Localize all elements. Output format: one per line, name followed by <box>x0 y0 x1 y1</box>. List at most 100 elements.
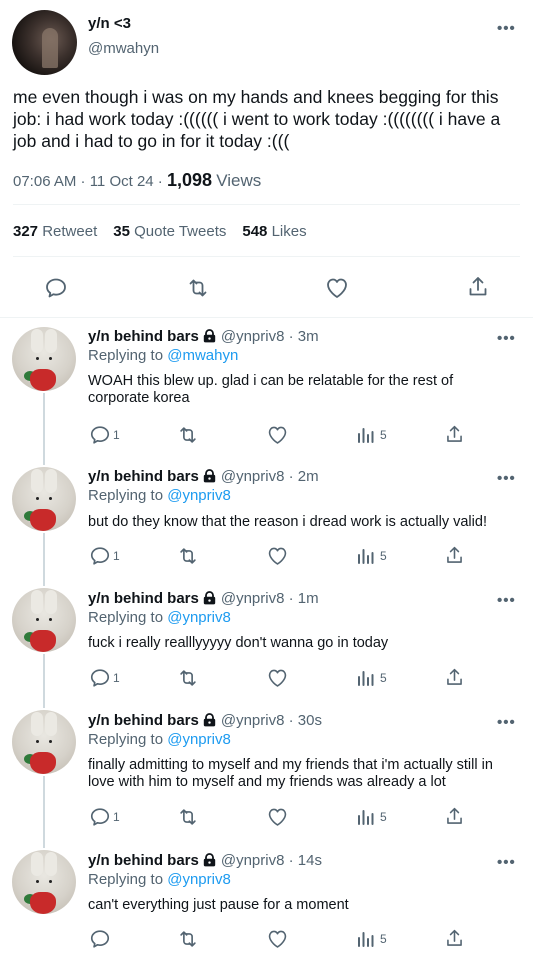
retweet-icon[interactable] <box>177 928 199 955</box>
reply-icon[interactable] <box>89 928 111 955</box>
divider <box>13 204 520 205</box>
more-icon[interactable]: ••• <box>497 854 516 871</box>
reply-tweet[interactable]: y/n behind bars @ynpriv8 · 1m ••• Replyin… <box>0 580 533 708</box>
retweet-icon[interactable] <box>177 545 199 572</box>
display-name[interactable]: y/n behind bars <box>88 468 199 485</box>
views-count: 1,098 <box>166 170 213 190</box>
share-icon[interactable] <box>444 928 465 954</box>
lock-icon <box>203 591 216 609</box>
reply-icon[interactable] <box>89 424 111 451</box>
views-count: 5 <box>380 671 387 685</box>
reply-count: 1 <box>113 428 120 442</box>
replying-to: Replying to @ynpriv8 <box>88 487 231 504</box>
lock-icon <box>203 713 216 731</box>
heart-icon[interactable] <box>266 545 289 572</box>
share-icon[interactable] <box>444 806 465 832</box>
reply-tweet[interactable]: y/n behind bars @ynpriv8 · 14s ••• Replyi… <box>0 843 533 960</box>
tweet-text: me even though i was on my hands and kne… <box>13 87 501 151</box>
avatar[interactable] <box>12 850 76 914</box>
more-icon[interactable]: ••• <box>497 20 516 37</box>
replying-to: Replying to @ynpriv8 <box>88 871 231 888</box>
replying-to-link[interactable]: @mwahyn <box>167 347 238 364</box>
handle[interactable]: @mwahyn <box>88 40 159 57</box>
replying-to: Replying to @mwahyn <box>88 347 239 364</box>
reply-header: y/n behind bars @ynpriv8 · 30s <box>88 712 322 731</box>
lock-icon <box>203 853 216 871</box>
retweet-icon[interactable] <box>177 667 199 694</box>
replying-to-link[interactable]: @ynpriv8 <box>167 609 231 626</box>
thread-line <box>43 654 45 708</box>
thread-line <box>43 533 45 586</box>
views-count: 5 <box>380 549 387 563</box>
analytics-icon[interactable] <box>356 807 376 832</box>
more-icon[interactable]: ••• <box>497 714 516 731</box>
avatar[interactable] <box>12 710 76 774</box>
replying-to: Replying to @ynpriv8 <box>88 609 231 626</box>
timestamp[interactable]: 07:06 AM · 11 Oct 24 · <box>13 173 167 190</box>
reply-icon[interactable] <box>89 667 111 694</box>
display-name[interactable]: y/n <3 <box>88 15 131 32</box>
heart-icon[interactable] <box>324 276 350 300</box>
avatar[interactable] <box>12 467 76 531</box>
reply-count: 1 <box>113 671 120 685</box>
lock-icon <box>203 329 216 347</box>
handle-time[interactable]: @ynpriv8 · 30s <box>221 712 322 729</box>
main-tweet: y/n <3 @mwahyn ••• me even though i was … <box>0 0 533 318</box>
reply-header: y/n behind bars @ynpriv8 · 14s <box>88 852 322 871</box>
reply-text: fuck i really realllyyyyy don't wanna go… <box>88 635 389 651</box>
handle-time[interactable]: @ynpriv8 · 3m <box>221 328 319 345</box>
reply-tweet[interactable]: y/n behind bars @ynpriv8 · 3m ••• Replyin… <box>0 318 533 465</box>
more-icon[interactable]: ••• <box>497 470 516 487</box>
replying-to-link[interactable]: @ynpriv8 <box>167 487 231 504</box>
reply-icon[interactable] <box>89 545 111 572</box>
quotes-stat[interactable]: 35 Quote Tweets <box>113 223 226 240</box>
retweet-icon[interactable] <box>177 424 199 451</box>
retweets-stat[interactable]: 327 Retweet <box>13 223 97 240</box>
replying-to-link[interactable]: @ynpriv8 <box>167 731 231 748</box>
replying-to-link[interactable]: @ynpriv8 <box>167 871 231 888</box>
handle-time[interactable]: @ynpriv8 · 14s <box>221 852 322 869</box>
analytics-icon[interactable] <box>356 546 376 571</box>
reply-count: 1 <box>113 810 120 824</box>
avatar[interactable] <box>12 327 76 391</box>
likes-stat[interactable]: 548 Likes <box>242 223 306 240</box>
share-icon[interactable] <box>444 424 465 450</box>
reply-header: y/n behind bars @ynpriv8 · 3m <box>88 328 319 347</box>
more-icon[interactable]: ••• <box>497 592 516 609</box>
handle-time[interactable]: @ynpriv8 · 2m <box>221 468 319 485</box>
retweet-icon[interactable] <box>177 806 199 833</box>
analytics-icon[interactable] <box>356 929 376 954</box>
reply-icon[interactable] <box>89 806 111 833</box>
display-name[interactable]: y/n behind bars <box>88 590 199 607</box>
display-name[interactable]: y/n behind bars <box>88 328 199 345</box>
reply-tweet[interactable]: y/n behind bars @ynpriv8 · 2m ••• Replyin… <box>0 460 533 586</box>
analytics-icon[interactable] <box>356 668 376 693</box>
more-icon[interactable]: ••• <box>497 330 516 347</box>
reply-header: y/n behind bars @ynpriv8 · 1m <box>88 590 319 609</box>
avatar[interactable] <box>12 10 77 75</box>
reply-text: can't everything just pause for a moment <box>88 897 349 913</box>
thread-line <box>43 393 45 465</box>
display-name[interactable]: y/n behind bars <box>88 712 199 729</box>
views-count: 5 <box>380 428 387 442</box>
share-icon[interactable] <box>444 667 465 693</box>
share-icon[interactable] <box>466 275 490 299</box>
reply-tweet[interactable]: y/n behind bars @ynpriv8 · 30s ••• Replyi… <box>0 703 533 848</box>
engagement-stats: 327 Retweet 35 Quote Tweets 548 Likes <box>13 223 307 240</box>
main-action-bar <box>0 272 533 302</box>
reply-icon[interactable] <box>44 276 68 300</box>
share-icon[interactable] <box>444 545 465 571</box>
reply-text: WOAH this blew up. glad i can be relatab… <box>88 373 454 406</box>
avatar[interactable] <box>12 588 76 652</box>
handle-time[interactable]: @ynpriv8 · 1m <box>221 590 319 607</box>
analytics-icon[interactable] <box>356 425 376 450</box>
tweet-meta: 07:06 AM · 11 Oct 24 · 1,098 Views <box>13 170 261 191</box>
heart-icon[interactable] <box>266 928 289 955</box>
heart-icon[interactable] <box>266 806 289 833</box>
retweet-icon[interactable] <box>186 276 210 300</box>
replying-to: Replying to @ynpriv8 <box>88 731 231 748</box>
reply-header: y/n behind bars @ynpriv8 · 2m <box>88 468 319 487</box>
heart-icon[interactable] <box>266 424 289 451</box>
heart-icon[interactable] <box>266 667 289 694</box>
display-name[interactable]: y/n behind bars <box>88 852 199 869</box>
